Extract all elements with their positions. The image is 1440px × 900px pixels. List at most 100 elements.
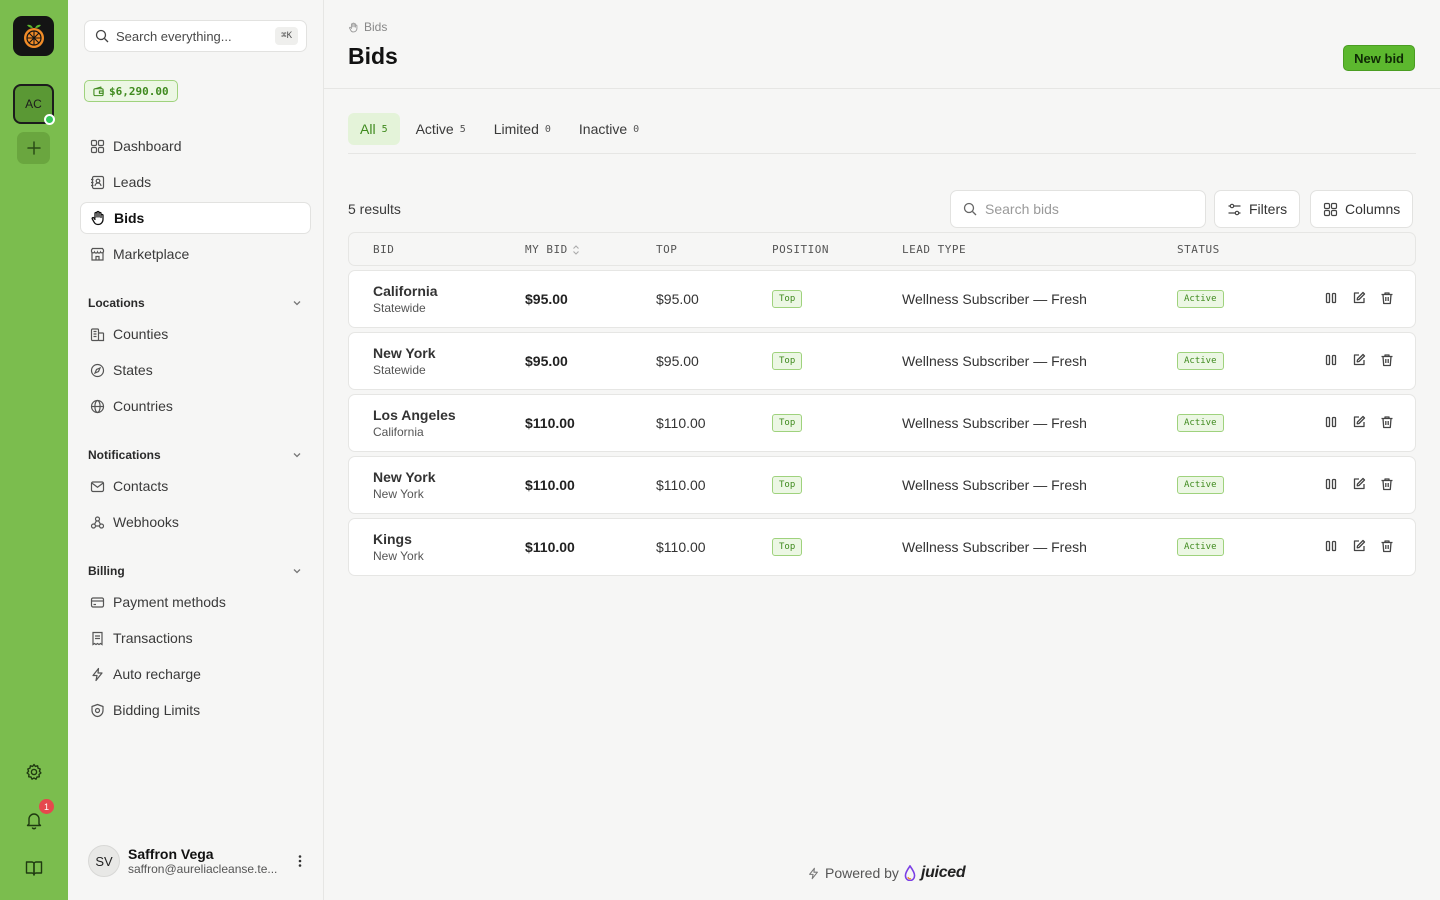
search-bids-field[interactable] xyxy=(950,190,1206,228)
sidebar-item-auto-recharge[interactable]: Auto recharge xyxy=(80,658,311,690)
new-bid-button[interactable]: New bid xyxy=(1343,45,1415,71)
bid-cell: Kings New York xyxy=(373,519,424,575)
sidebar-item-bidding-limits[interactable]: Bidding Limits xyxy=(80,694,311,726)
account-balance-badge[interactable]: $6,290.00 xyxy=(84,80,178,102)
edit-icon xyxy=(1353,477,1366,490)
user-menu[interactable]: SV Saffron Vega saffron@aureliacleanse.t… xyxy=(88,842,308,880)
sidebar-item-states[interactable]: States xyxy=(80,354,311,386)
sidebar-item-contacts[interactable]: Contacts xyxy=(80,470,311,502)
sidebar-item-label: Contacts xyxy=(113,478,169,494)
sidebar-item-label: Dashboard xyxy=(113,138,182,154)
bid-cell: New York Statewide xyxy=(373,333,436,389)
pause-button[interactable] xyxy=(1323,352,1339,368)
columns-button[interactable]: Columns xyxy=(1310,190,1414,228)
store-icon xyxy=(90,247,104,261)
sidebar-item-webhooks[interactable]: Webhooks xyxy=(80,506,311,538)
delete-button[interactable] xyxy=(1379,352,1395,368)
add-organization-button[interactable] xyxy=(17,132,50,164)
search-bids-input[interactable] xyxy=(985,201,1185,217)
position-badge: Top xyxy=(772,352,803,370)
tab-count: 5 xyxy=(381,123,388,135)
tab-limited[interactable]: Limited 0 xyxy=(482,113,563,145)
sidebar-item-bids[interactable]: Bids xyxy=(80,202,311,234)
edit-button[interactable] xyxy=(1351,290,1367,306)
edit-icon xyxy=(1353,539,1366,552)
sidebar-item-dashboard[interactable]: Dashboard xyxy=(80,130,311,162)
sidebar-item-label: Leads xyxy=(113,174,152,190)
pause-button[interactable] xyxy=(1323,290,1339,306)
section-locations-toggle[interactable]: Locations xyxy=(88,296,303,310)
brand-name: juiced xyxy=(920,864,966,881)
globe-icon xyxy=(90,399,104,413)
user-options-button[interactable] xyxy=(292,854,308,868)
sidebar-item-leads[interactable]: Leads xyxy=(80,166,311,198)
delete-button[interactable] xyxy=(1379,290,1395,306)
tab-all[interactable]: All 5 xyxy=(348,113,400,145)
credit-card-icon xyxy=(90,596,104,608)
row-actions xyxy=(1323,538,1395,554)
delete-button[interactable] xyxy=(1379,476,1395,492)
chevron-down-icon xyxy=(293,569,301,574)
bolt-icon xyxy=(91,667,103,681)
table-row[interactable]: Los Angeles California $110.00 $110.00 Top We… xyxy=(348,394,1416,452)
column-header-position[interactable]: POSITION xyxy=(772,243,829,256)
bid-cell: California Statewide xyxy=(373,271,438,327)
shield-icon xyxy=(90,703,104,717)
tab-active[interactable]: Active 5 xyxy=(404,113,478,145)
section-billing-toggle[interactable]: Billing xyxy=(88,564,303,578)
pause-button[interactable] xyxy=(1323,538,1339,554)
book-icon xyxy=(25,861,43,876)
top-bid-cell: $110.00 xyxy=(656,415,706,431)
app-rail: AC 1 xyxy=(0,0,68,900)
breadcrumb[interactable]: Bids xyxy=(348,20,387,34)
pause-icon xyxy=(1325,354,1337,366)
tab-label: All xyxy=(360,121,376,137)
pause-button[interactable] xyxy=(1323,476,1339,492)
position-cell: Top xyxy=(772,395,803,451)
global-search[interactable]: Search everything... ⌘K xyxy=(84,20,307,52)
more-vertical-icon xyxy=(298,855,302,867)
lead-type-cell: Wellness Subscriber — Fresh xyxy=(902,415,1087,431)
table-row[interactable]: Kings New York $110.00 $110.00 Top Wellness S… xyxy=(348,518,1416,576)
sidebar-item-countries[interactable]: Countries xyxy=(80,390,311,422)
pause-button[interactable] xyxy=(1323,414,1339,430)
bid-location: Los Angeles xyxy=(373,407,456,423)
column-header-lead-type[interactable]: LEAD TYPE xyxy=(902,243,966,256)
top-bid-cell: $95.00 xyxy=(656,291,699,307)
sidebar-item-payment-methods[interactable]: Payment methods xyxy=(80,586,311,618)
position-cell: Top xyxy=(772,271,803,327)
column-header-my-bid[interactable]: MY BID xyxy=(525,243,580,256)
sidebar-item-label: Payment methods xyxy=(113,594,226,610)
edit-button[interactable] xyxy=(1351,414,1367,430)
tabs-divider xyxy=(348,153,1416,154)
delete-button[interactable] xyxy=(1379,538,1395,554)
delete-button[interactable] xyxy=(1379,414,1395,430)
filters-button[interactable]: Filters xyxy=(1214,190,1301,228)
organization-switcher[interactable]: AC xyxy=(13,84,55,125)
position-badge: Top xyxy=(772,290,803,308)
trash-icon xyxy=(1381,416,1393,429)
status-badge: Active xyxy=(1177,352,1224,370)
table-row[interactable]: New York Statewide $95.00 $95.00 Top Wellness… xyxy=(348,332,1416,390)
tab-inactive[interactable]: Inactive 0 xyxy=(567,113,651,145)
edit-button[interactable] xyxy=(1351,352,1367,368)
sidebar-item-marketplace[interactable]: Marketplace xyxy=(80,238,311,270)
sidebar-item-counties[interactable]: Counties xyxy=(80,318,311,350)
grid-icon xyxy=(1323,202,1338,216)
column-header-top[interactable]: TOP xyxy=(656,243,677,256)
powered-by-footer[interactable]: Powered by juiced xyxy=(807,864,966,882)
table-row[interactable]: California Statewide $95.00 $95.00 Top Wellne… xyxy=(348,270,1416,328)
settings-button[interactable] xyxy=(22,760,46,784)
table-row[interactable]: New York New York $110.00 $110.00 Top Wellnes… xyxy=(348,456,1416,514)
column-header-label: LEAD TYPE xyxy=(902,243,967,256)
edit-button[interactable] xyxy=(1351,538,1367,554)
section-notifications-toggle[interactable]: Notifications xyxy=(88,448,303,462)
edit-button[interactable] xyxy=(1351,476,1367,492)
column-header-status[interactable]: STATUS xyxy=(1177,243,1220,256)
app-logo[interactable] xyxy=(13,16,54,56)
pause-icon xyxy=(1325,478,1337,490)
status-cell: Active xyxy=(1177,395,1224,451)
column-header-bid[interactable]: BID xyxy=(373,243,394,256)
docs-button[interactable] xyxy=(22,856,46,880)
sidebar-item-transactions[interactable]: Transactions xyxy=(80,622,311,654)
